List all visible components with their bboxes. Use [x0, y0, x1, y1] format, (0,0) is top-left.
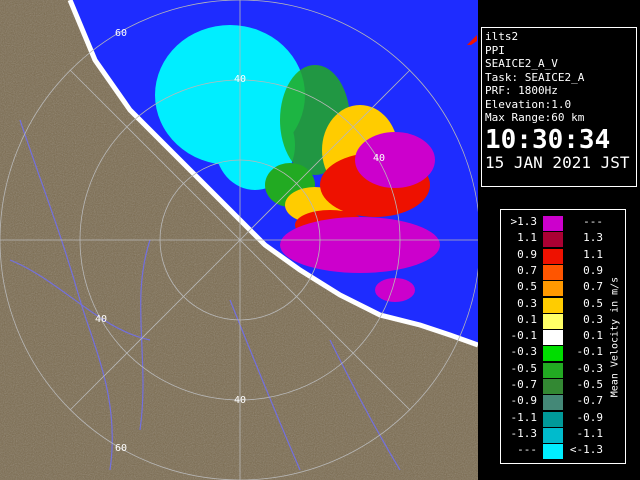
legend-color-swatch — [543, 313, 563, 329]
legend-color-swatch — [543, 427, 563, 443]
task-name: Task: SEAICE2_A — [485, 70, 585, 84]
station-name: ilts2 — [485, 30, 519, 43]
range-label: 40 — [95, 314, 107, 325]
legend-upper-bound: 1.1 — [583, 247, 603, 261]
max-range-value: Max Range:60 km — [485, 111, 585, 124]
legend-color-swatch — [543, 216, 563, 231]
legend-lower-bound: 0.3 — [517, 296, 537, 310]
legend-color-swatch — [543, 379, 563, 394]
legend-color-swatch — [543, 248, 563, 264]
legend-lower-bound: 0.7 — [517, 263, 537, 277]
legend-lower-bound: -0.9 — [510, 394, 538, 408]
velocity-legend: >1.3 --- 1.1 1.3 0.9 1.1 0.7 0.9 0.5 0.7 0.3 0.5 0.1… — [500, 209, 626, 464]
product-name: SEAICE2_A_V — [485, 57, 558, 70]
legend-upper-bound: -0.9 — [576, 410, 604, 424]
legend-lower-bound: -0.3 — [510, 345, 538, 359]
scan-date: 15 JAN 2021 JST — [485, 152, 630, 172]
legend-upper-bound: 0.5 — [583, 296, 603, 310]
legend-lower-bound: --- — [517, 443, 537, 457]
prf-value: PRF: 1800Hz — [485, 84, 558, 97]
legend-lower-bound: -1.1 — [510, 410, 538, 424]
scan-time: 10:30:34 — [485, 124, 611, 155]
legend-upper-bound: -0.3 — [576, 361, 604, 375]
scan-type: PPI — [485, 43, 505, 57]
legend-upper-bound: -0.7 — [576, 394, 604, 408]
radar-ppi-display: 60 40 40 40 40 60 — [0, 0, 478, 480]
legend-lower-bound: 0.9 — [517, 247, 537, 261]
legend-lower-bound: 0.1 — [517, 312, 537, 326]
legend-color-swatch — [543, 232, 563, 248]
range-label: 40 — [234, 395, 246, 406]
legend-lower-bound: >1.3 — [510, 215, 538, 228]
legend-lower-bound: 1.1 — [517, 231, 537, 245]
scan-info-panel: ilts2 PPI SEAICE2_A_V Task: SEAICE2_A PR… — [481, 27, 637, 187]
legend-lower-bound: -0.7 — [510, 378, 538, 391]
legend-upper-bound: 0.9 — [583, 263, 603, 277]
legend-lower-bound: 0.5 — [517, 280, 537, 294]
legend-color-swatch — [543, 330, 563, 346]
red-marker — [467, 30, 477, 45]
legend-lower-bound: -0.5 — [510, 361, 538, 375]
legend-color-swatch — [543, 297, 563, 313]
legend-upper-bound: --- — [583, 215, 603, 228]
range-label: 40 — [234, 74, 246, 85]
legend-upper-bound: -0.1 — [576, 345, 604, 359]
legend-upper-bound: 0.1 — [583, 329, 603, 343]
legend-lower-bound: -0.1 — [510, 329, 538, 343]
range-label: 40 — [373, 153, 385, 164]
legend-upper-bound: -1.1 — [576, 426, 604, 440]
range-label: 60 — [115, 28, 127, 39]
legend-upper-bound: -0.5 — [576, 378, 604, 391]
legend-upper-bound: 0.3 — [583, 312, 603, 326]
legend-unit: Mean Velocity in m/s — [609, 212, 621, 462]
range-label: 60 — [115, 443, 127, 454]
legend-color-swatch — [543, 281, 563, 297]
legend-color-swatch — [543, 411, 563, 427]
legend-color-swatch — [543, 346, 563, 362]
elevation-value: Elevation:1.0 — [485, 97, 572, 111]
legend-color-swatch — [543, 264, 563, 280]
legend-color-swatch — [543, 395, 563, 411]
legend-upper-bound: 1.3 — [583, 231, 603, 245]
legend-color-swatch — [543, 444, 563, 460]
legend-unit-label: Mean Velocity in m/s — [609, 276, 621, 398]
legend-lower-bound: -1.3 — [510, 426, 538, 440]
legend-upper-bound: 0.7 — [583, 280, 603, 294]
legend-upper-bound: <-1.3 — [569, 443, 603, 457]
legend-color-swatch — [543, 362, 563, 378]
